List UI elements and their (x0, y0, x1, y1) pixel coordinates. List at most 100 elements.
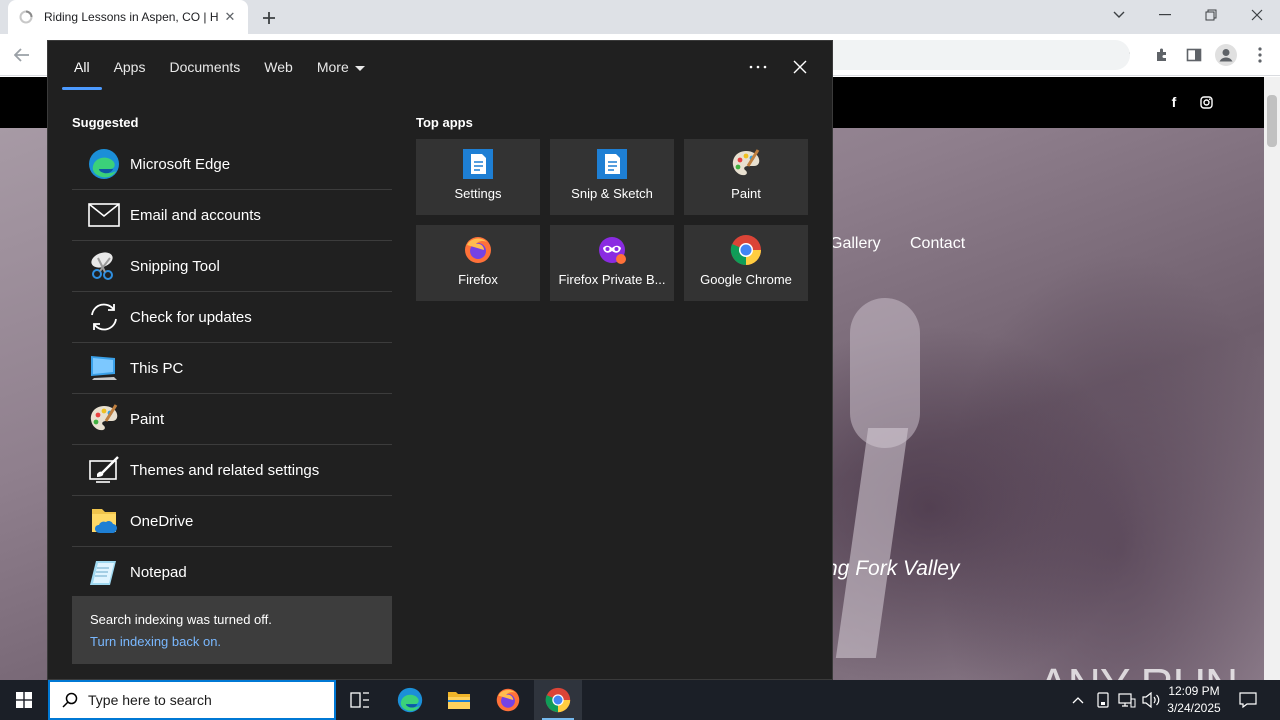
suggested-onedrive[interactable]: OneDrive (72, 496, 392, 547)
device-tray-icon[interactable] (1093, 690, 1113, 710)
search-input[interactable] (88, 692, 318, 708)
anyrun-watermark: ANY RUN (1038, 658, 1238, 680)
search-icon (62, 692, 78, 708)
windows-search-panel: All Apps Documents Web More Suggested Mi… (47, 40, 833, 680)
ribbon-rosette-shape (850, 298, 920, 448)
tab-more[interactable]: More (305, 41, 377, 93)
suggested-email-accounts[interactable]: Email and accounts (72, 190, 392, 241)
scrollbar-thumb[interactable] (1267, 95, 1277, 147)
item-label: This PC (130, 359, 184, 377)
tab-label: More (316, 59, 349, 75)
start-button[interactable] (0, 680, 48, 720)
tab-label: Apps (113, 59, 146, 75)
profile-button[interactable] (1214, 43, 1238, 67)
task-view-button[interactable] (336, 680, 384, 720)
palette-icon (730, 148, 762, 180)
item-label: Paint (130, 410, 165, 428)
tab-web[interactable]: Web (252, 41, 305, 93)
search-filter-tabs: All Apps Documents Web More (62, 41, 377, 93)
taskbar-search-box[interactable] (48, 680, 336, 720)
app-label: Settings (454, 186, 502, 201)
device-icon (1097, 692, 1109, 708)
action-center-button[interactable] (1238, 690, 1258, 710)
taskbar-firefox[interactable] (484, 680, 532, 720)
address-bar[interactable] (800, 40, 1130, 70)
profile-icon (1215, 44, 1237, 66)
volume-icon (1142, 692, 1160, 708)
minimize-button[interactable] (1142, 0, 1188, 30)
taskbar-chrome[interactable] (534, 680, 582, 720)
top-app-settings[interactable]: Settings (416, 139, 540, 215)
facebook-link[interactable]: f (1165, 93, 1183, 111)
edge-icon (86, 146, 122, 182)
firefox-icon (496, 688, 520, 712)
clock-time: 12:09 PM (1168, 684, 1220, 698)
instagram-icon[interactable] (1197, 93, 1215, 111)
volume-tray-icon[interactable] (1141, 690, 1161, 710)
palette-icon (86, 401, 122, 437)
side-panel-button[interactable] (1182, 43, 1206, 67)
file-explorer-icon (448, 692, 470, 709)
restore-icon (1205, 9, 1217, 21)
tab-search-button[interactable] (1096, 0, 1142, 30)
chrome-icon (730, 234, 762, 266)
new-tab-button[interactable] (258, 7, 280, 29)
item-label: Check for updates (130, 308, 252, 326)
close-icon (1251, 9, 1263, 21)
extensions-icon (1157, 48, 1166, 61)
top-app-google-chrome[interactable]: Google Chrome (684, 225, 808, 301)
suggested-this-pc[interactable]: This PC (72, 343, 392, 394)
app-label: Google Chrome (700, 272, 792, 287)
top-app-firefox[interactable]: Firefox (416, 225, 540, 301)
indexing-notice-text: Search indexing was turned off. (90, 612, 272, 627)
top-app-paint[interactable]: Paint (684, 139, 808, 215)
item-label: OneDrive (130, 512, 194, 530)
hero-tagline: ng Fork Valley (826, 557, 960, 580)
window-close-button[interactable] (1234, 0, 1280, 30)
tab-close-icon[interactable]: ✕ (222, 9, 238, 25)
app-label: Snip & Sketch (571, 186, 653, 201)
turn-indexing-on-link[interactable]: Turn indexing back on. (90, 634, 374, 649)
app-label: Paint (731, 186, 761, 201)
taskbar-edge[interactable] (386, 680, 434, 720)
back-button[interactable] (10, 43, 34, 67)
suggested-check-updates[interactable]: Check for updates (72, 292, 392, 343)
windows-logo-icon (16, 692, 32, 708)
suggested-notepad[interactable]: Notepad (72, 547, 392, 598)
item-label: Notepad (130, 564, 187, 581)
taskbar-file-explorer[interactable] (435, 680, 483, 720)
top-app-snip-sketch[interactable]: Snip & Sketch (550, 139, 674, 215)
show-hidden-icons[interactable] (1068, 690, 1088, 710)
chevron-up-icon (1072, 697, 1084, 704)
suggested-snipping-tool[interactable]: Snipping Tool (72, 241, 392, 292)
ribbon-tail-shape (835, 428, 909, 658)
menu-button[interactable] (1248, 43, 1272, 67)
nav-contact[interactable]: Contact (910, 235, 965, 253)
close-search-button[interactable] (786, 53, 814, 81)
nav-gallery[interactable]: Gallery (830, 235, 881, 253)
system-clock[interactable]: 12:09 PM 3/24/2025 (1160, 683, 1228, 717)
loading-spinner-icon (18, 9, 34, 25)
extensions-button[interactable] (1150, 43, 1174, 67)
suggested-themes[interactable]: Themes and related settings (72, 445, 392, 496)
more-options-button[interactable] (744, 53, 772, 81)
tab-all[interactable]: All (62, 41, 102, 93)
minimize-icon (1159, 14, 1171, 16)
browser-tab[interactable]: Riding Lessons in Aspen, CO | H ✕ (8, 0, 248, 34)
suggested-paint[interactable]: Paint (72, 394, 392, 445)
side-panel-icon (1186, 48, 1202, 62)
top-app-firefox-private[interactable]: Firefox Private B... (550, 225, 674, 301)
ellipsis-icon (749, 65, 767, 69)
suggested-microsoft-edge[interactable]: Microsoft Edge (72, 139, 392, 190)
firefox-icon (462, 234, 494, 266)
restore-button[interactable] (1188, 0, 1234, 30)
tab-documents[interactable]: Documents (157, 41, 252, 93)
page-scrollbar[interactable] (1264, 77, 1280, 680)
snip-sketch-icon (596, 148, 628, 180)
tab-apps[interactable]: Apps (102, 41, 158, 93)
caret-down-icon (354, 65, 365, 71)
tab-title: Riding Lessons in Aspen, CO | H (44, 10, 219, 24)
indexing-notice: Search indexing was turned off. Turn ind… (72, 596, 392, 664)
chevron-down-icon (1113, 11, 1125, 18)
network-tray-icon[interactable] (1117, 690, 1137, 710)
